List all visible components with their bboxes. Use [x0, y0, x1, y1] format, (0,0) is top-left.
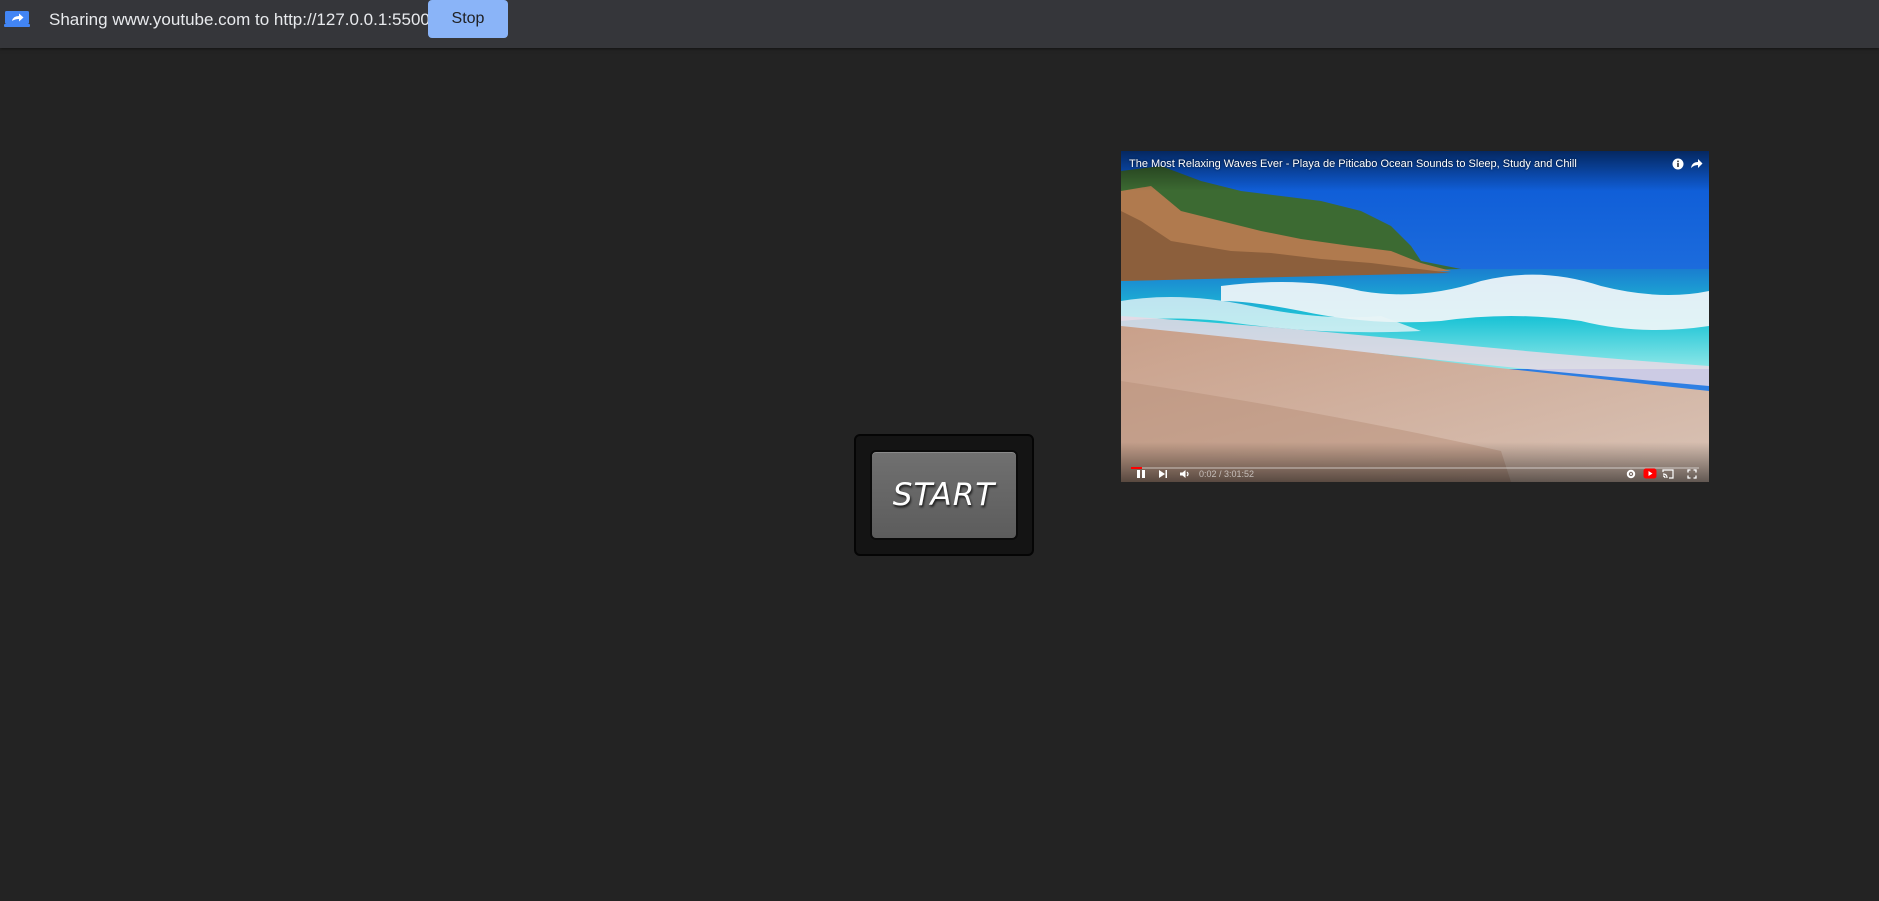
- start-button-label: START: [892, 477, 996, 513]
- info-icon[interactable]: [1672, 158, 1684, 170]
- video-time: 0:02 / 3:01:52: [1199, 469, 1255, 479]
- start-button-frame: START: [854, 434, 1034, 556]
- screen-share-icon: [4, 11, 30, 27]
- youtube-video-player[interactable]: The Most Relaxing Waves Ever - Playa de …: [1121, 151, 1709, 482]
- youtube-logo-icon[interactable]: [1643, 468, 1657, 479]
- share-message: Sharing www.youtube.com to http://127.0.…: [49, 10, 430, 29]
- fullscreen-icon[interactable]: [1687, 469, 1697, 479]
- video-title[interactable]: The Most Relaxing Waves Ever - Playa de …: [1129, 158, 1577, 170]
- pause-icon[interactable]: [1136, 469, 1146, 479]
- top-gradient: [1121, 151, 1709, 191]
- volume-icon[interactable]: [1179, 469, 1191, 479]
- stop-sharing-button[interactable]: Stop: [428, 0, 508, 38]
- start-button[interactable]: START: [870, 450, 1018, 540]
- beach-video-frame: [1121, 151, 1709, 482]
- settings-icon[interactable]: [1626, 469, 1636, 479]
- share-icon[interactable]: [1690, 158, 1703, 170]
- cast-icon[interactable]: [1662, 469, 1674, 479]
- next-icon[interactable]: [1158, 469, 1168, 479]
- screen-share-bar: Sharing www.youtube.com to http://127.0.…: [0, 0, 1879, 48]
